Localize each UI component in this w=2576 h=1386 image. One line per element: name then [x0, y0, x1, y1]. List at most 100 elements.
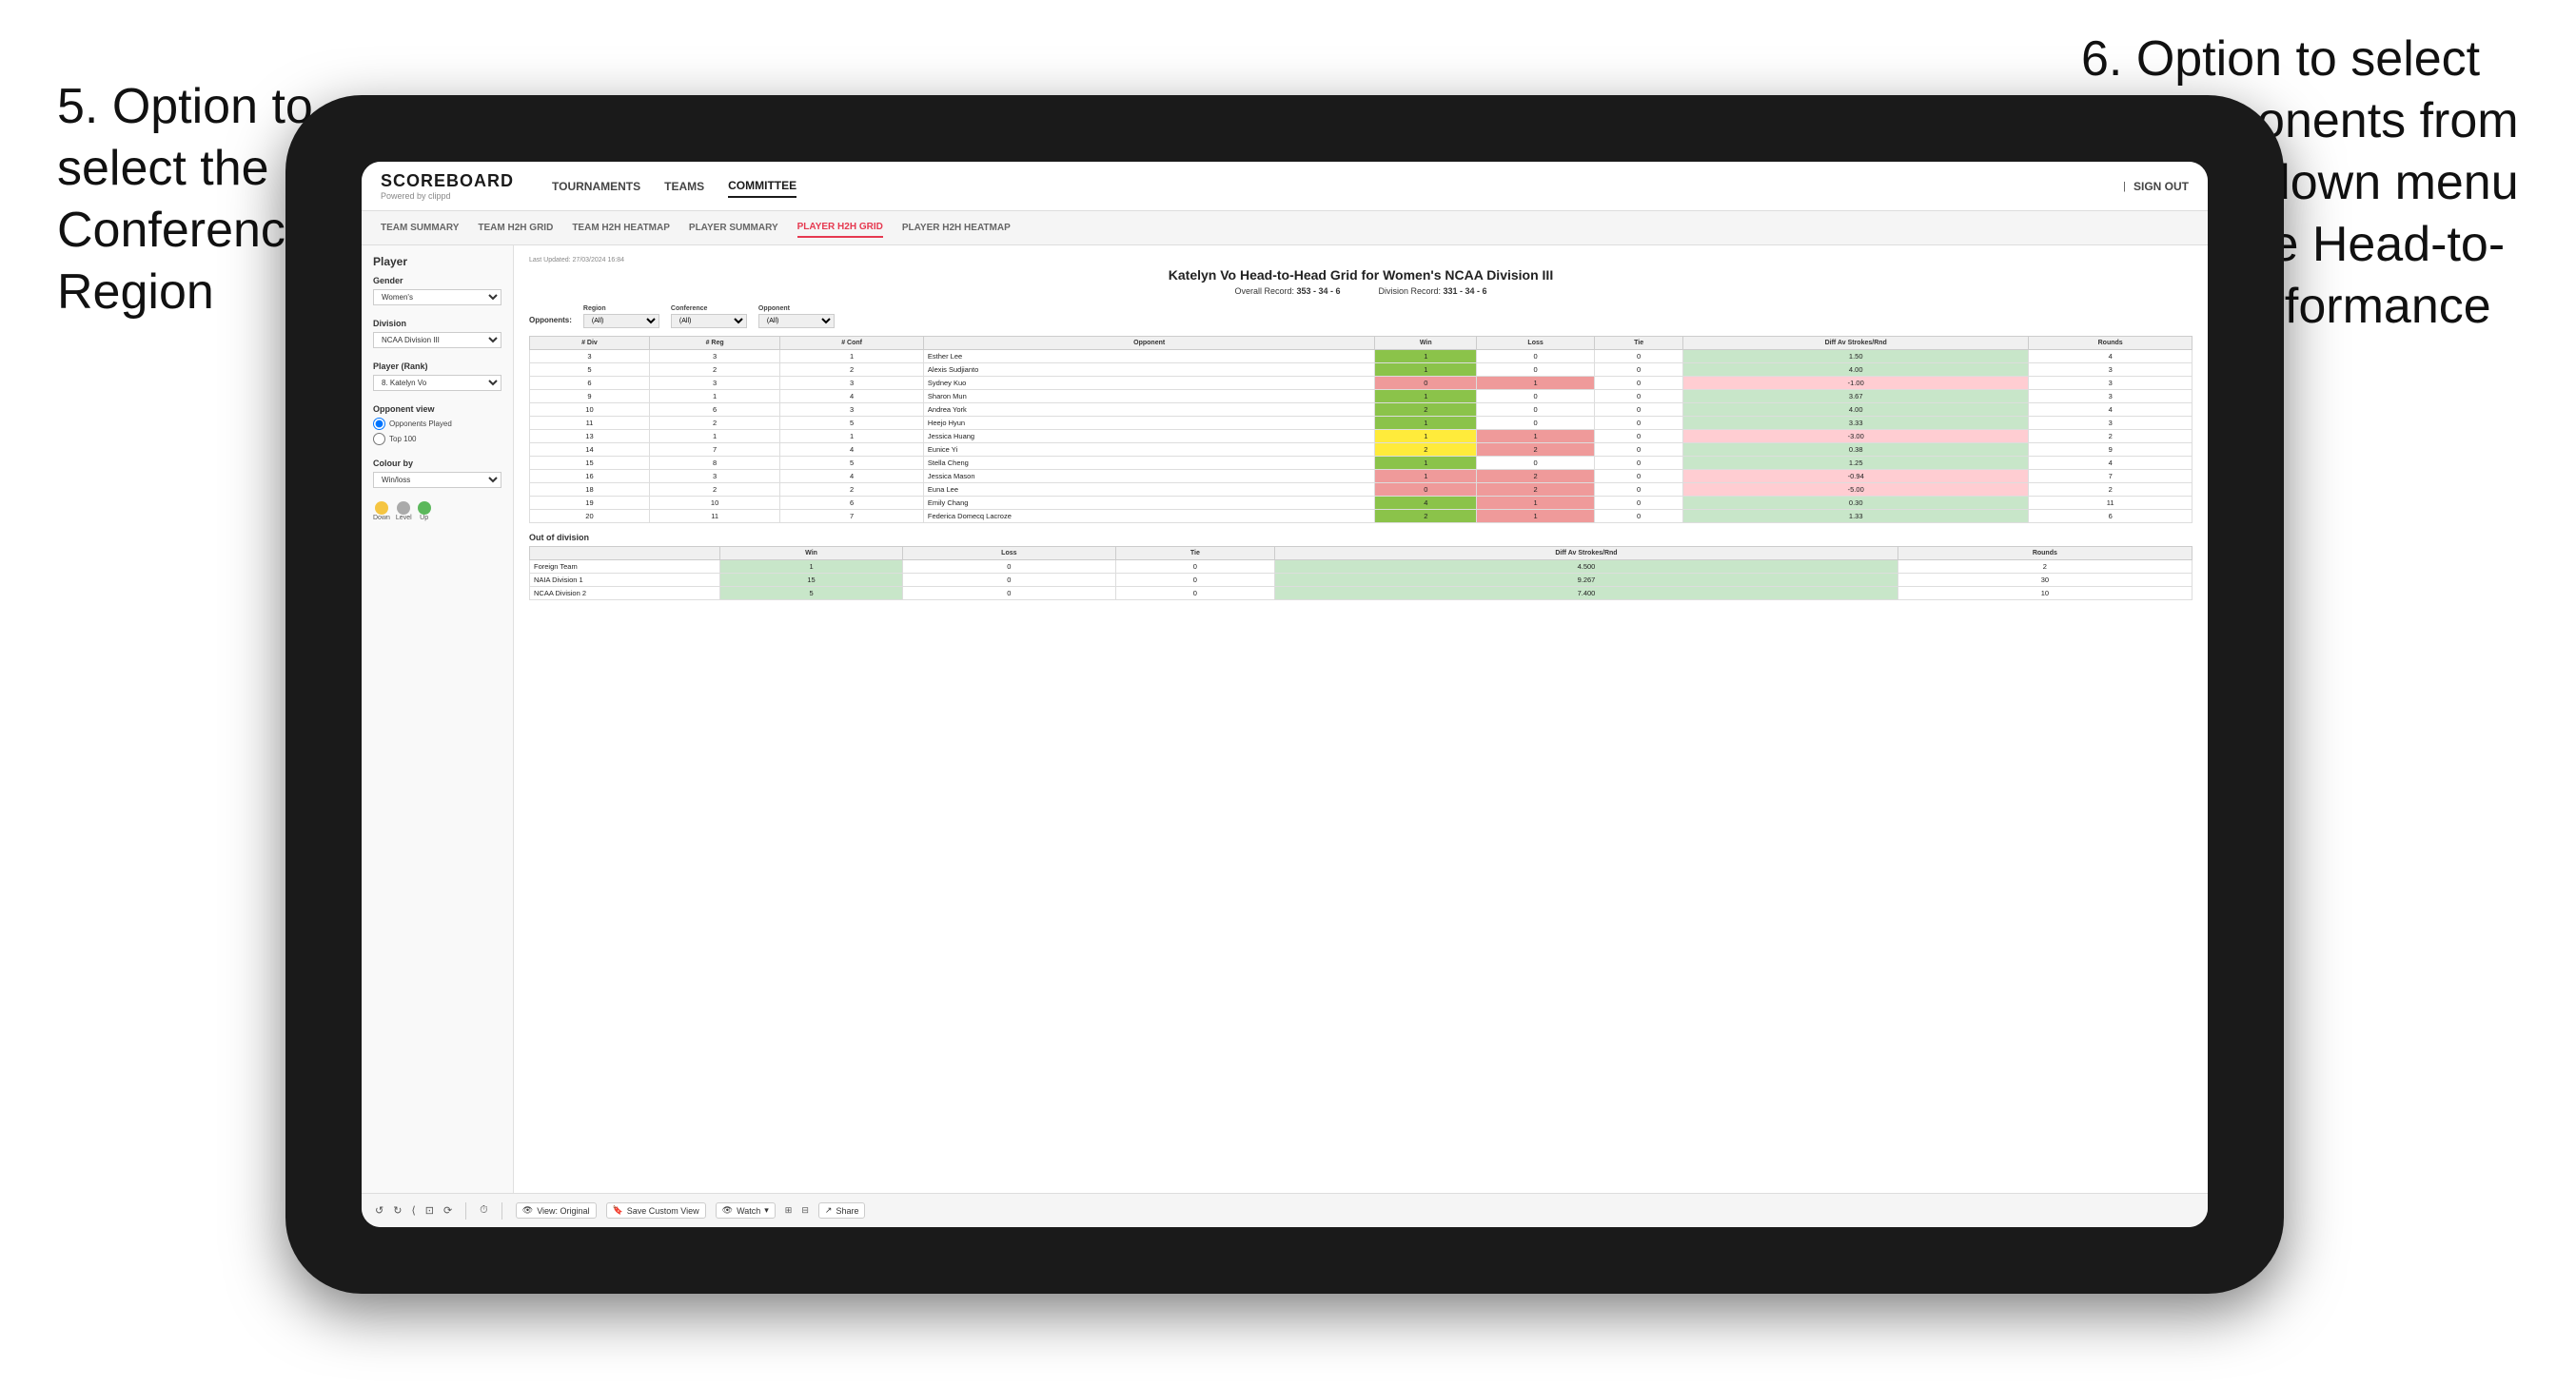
radio-opponents-played[interactable]: Opponents Played: [373, 418, 501, 430]
region-select[interactable]: (All): [583, 314, 659, 328]
colour-by-label: Colour by: [373, 459, 501, 468]
redo-icon[interactable]: ↻: [393, 1204, 402, 1217]
cell-win: 2: [1375, 403, 1477, 417]
cell-loss: 1: [1477, 377, 1595, 390]
table-row: 19 10 6 Emily Chang 4 1 0 0.30 11: [530, 497, 2193, 510]
refresh-icon[interactable]: ⟳: [443, 1204, 452, 1217]
nav-committee[interactable]: COMMITTEE: [728, 175, 796, 198]
opponent-view-radio-group: Opponents Played Top 100: [373, 418, 501, 445]
grid-icon[interactable]: ⊟: [801, 1205, 809, 1216]
out-cell-diff: 4.500: [1275, 560, 1898, 574]
table-row: 5 2 2 Alexis Sudjianto 1 0 0 4.00 3: [530, 363, 2193, 377]
cell-loss: 2: [1477, 443, 1595, 457]
nav-separator: |: [2123, 181, 2126, 192]
cell-conf: 7: [780, 510, 924, 523]
table-row: 15 8 5 Stella Cheng 1 0 0 1.25 4: [530, 457, 2193, 470]
nav-teams[interactable]: TEAMS: [664, 176, 704, 197]
save-custom-label: Save Custom View: [627, 1206, 699, 1216]
gender-select[interactable]: Women's: [373, 289, 501, 305]
opponent-select[interactable]: (All): [758, 314, 835, 328]
cell-opponent: Heejo Hyun: [923, 417, 1375, 430]
cell-div: 15: [530, 457, 650, 470]
table-row: 20 11 7 Federica Domecq Lacroze 2 1 0 1.…: [530, 510, 2193, 523]
table-row: 6 3 3 Sydney Kuo 0 1 0 -1.00 3: [530, 377, 2193, 390]
toolbar-divider-1: [465, 1202, 466, 1220]
share-btn[interactable]: ↗ Share: [818, 1202, 866, 1219]
cell-opponent: Jessica Mason: [923, 470, 1375, 483]
view-original-btn[interactable]: 👁 View: Original: [516, 1202, 597, 1219]
opponent-view-label: Opponent view: [373, 404, 501, 414]
cell-opponent: Jessica Huang: [923, 430, 1375, 443]
nav-tournaments[interactable]: TOURNAMENTS: [552, 176, 640, 197]
out-cell-rounds: 10: [1898, 587, 2192, 600]
sign-out-link[interactable]: Sign out: [2134, 176, 2189, 197]
save-custom-btn[interactable]: 🔖 Save Custom View: [606, 1202, 706, 1219]
cell-div: 18: [530, 483, 650, 497]
out-cell-tie: 0: [1115, 587, 1275, 600]
cell-win: 1: [1375, 363, 1477, 377]
col-div: # Div: [530, 337, 650, 350]
region-label: Region: [583, 305, 659, 312]
cell-tie: 0: [1595, 457, 1683, 470]
out-cell-win: 1: [720, 560, 903, 574]
table-row: 13 1 1 Jessica Huang 1 1 0 -3.00 2: [530, 430, 2193, 443]
out-col-diff: Diff Av Strokes/Rnd: [1275, 547, 1898, 560]
sub-nav-team-h2h-grid[interactable]: TEAM H2H GRID: [478, 219, 553, 237]
cell-conf: 2: [780, 483, 924, 497]
right-panel: Last Updated: 27/03/2024 16:84 Katelyn V…: [514, 245, 2208, 1193]
sub-nav-team-h2h-heatmap[interactable]: TEAM H2H HEATMAP: [572, 219, 670, 237]
out-cell-win: 15: [720, 574, 903, 587]
table-row: 14 7 4 Eunice Yi 2 2 0 0.38 9: [530, 443, 2193, 457]
cell-opponent: Emily Chang: [923, 497, 1375, 510]
cell-opponent: Federica Domecq Lacroze: [923, 510, 1375, 523]
out-cell-loss: 0: [903, 560, 1116, 574]
out-cell-name: Foreign Team: [530, 560, 720, 574]
conference-select[interactable]: (All): [671, 314, 747, 328]
clock-icon[interactable]: ⏱: [480, 1204, 488, 1217]
cell-tie: 0: [1595, 497, 1683, 510]
out-div-header-row: Win Loss Tie Diff Av Strokes/Rnd Rounds: [530, 547, 2193, 560]
out-division-table: Win Loss Tie Diff Av Strokes/Rnd Rounds …: [529, 546, 2193, 600]
nav-bar: SCOREBOARD Powered by clippd TOURNAMENTS…: [362, 162, 2208, 211]
player-section: Player Gender Women's: [373, 255, 501, 305]
colour-by-select[interactable]: Win/loss: [373, 472, 501, 488]
out-cell-loss: 0: [903, 574, 1116, 587]
layout-icon[interactable]: ⊞: [785, 1205, 793, 1216]
table-row: 9 1 4 Sharon Mun 1 0 0 3.67 3: [530, 390, 2193, 403]
player-rank-select[interactable]: 8. Katelyn Vo: [373, 375, 501, 391]
report-title: Katelyn Vo Head-to-Head Grid for Women's…: [529, 267, 2193, 283]
cell-win: 0: [1375, 483, 1477, 497]
cell-reg: 6: [649, 403, 779, 417]
watch-label: Watch: [737, 1206, 760, 1216]
sub-nav-player-h2h-heatmap[interactable]: PLAYER H2H HEATMAP: [902, 219, 1011, 237]
sub-nav-player-summary[interactable]: PLAYER SUMMARY: [689, 219, 778, 237]
sub-nav-player-h2h-grid[interactable]: PLAYER H2H GRID: [797, 218, 883, 238]
cell-div: 6: [530, 377, 650, 390]
cell-tie: 0: [1595, 350, 1683, 363]
cell-div: 11: [530, 417, 650, 430]
cell-tie: 0: [1595, 390, 1683, 403]
legend-level: Level: [396, 501, 412, 521]
legend-dot-down: [375, 501, 388, 515]
player-rank-label: Player (Rank): [373, 361, 501, 371]
cell-reg: 7: [649, 443, 779, 457]
left-panel: Player Gender Women's Division NCAA Divi…: [362, 245, 514, 1193]
record-row: Overall Record: 353 - 34 - 6 Division Re…: [529, 286, 2193, 296]
division-select[interactable]: NCAA Division III: [373, 332, 501, 348]
cell-loss: 2: [1477, 483, 1595, 497]
table-header-row: # Div # Reg # Conf Opponent Win Loss Tie…: [530, 337, 2193, 350]
watch-btn[interactable]: 👁 Watch ▾: [716, 1202, 776, 1219]
out-cell-diff: 9.267: [1275, 574, 1898, 587]
overall-record-label: Overall Record: 353 - 34 - 6: [1234, 286, 1340, 296]
cell-rounds: 4: [2029, 403, 2193, 417]
conference-label: Conference: [671, 305, 747, 312]
opponent-label: Opponent: [758, 305, 835, 312]
sub-nav-team-summary[interactable]: TEAM SUMMARY: [381, 219, 459, 237]
copy-icon[interactable]: ⊡: [425, 1204, 434, 1217]
radio-top100[interactable]: Top 100: [373, 433, 501, 445]
view-original-label: View: Original: [537, 1206, 589, 1216]
undo-icon[interactable]: ↺: [375, 1204, 383, 1217]
back-icon[interactable]: ⟨: [411, 1204, 415, 1217]
cell-opponent: Stella Cheng: [923, 457, 1375, 470]
out-col-win: Win: [720, 547, 903, 560]
